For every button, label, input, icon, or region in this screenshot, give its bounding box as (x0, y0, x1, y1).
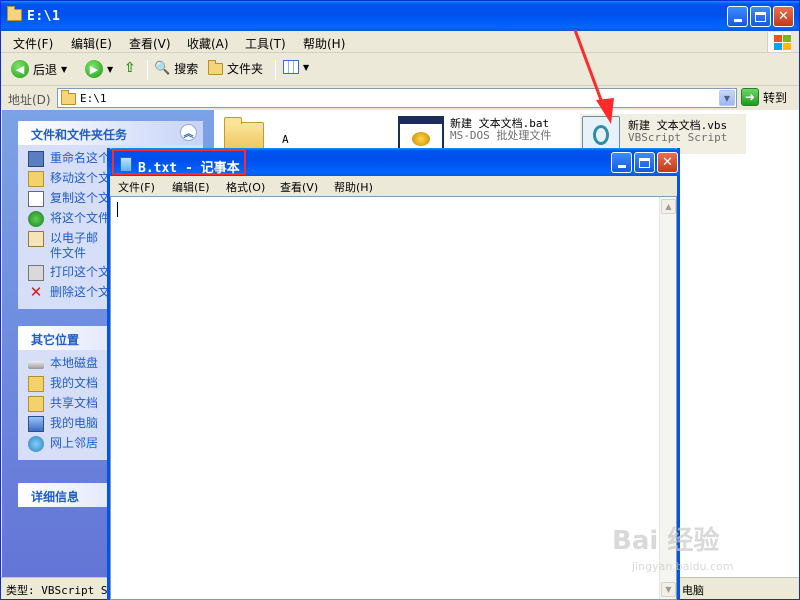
notepad-menu-file[interactable]: 文件(F) (118, 179, 155, 195)
watermark-url: jingyan.baidu.com (632, 560, 734, 573)
explorer-title: E:\1 (27, 9, 61, 24)
notepad-text-area[interactable]: ▲ ▼ (110, 196, 677, 600)
folder-icon (61, 90, 76, 105)
menu-file[interactable]: 文件(F) (13, 35, 53, 52)
drive-icon (28, 361, 44, 369)
file-type: MS-DOS 批处理文件 (450, 129, 552, 142)
notepad-menu-view[interactable]: 查看(V) (280, 179, 318, 195)
documents-icon (28, 376, 44, 392)
file-tasks-title: 文件和文件夹任务 (31, 128, 128, 142)
delete-icon: ✕ (29, 283, 43, 301)
search-icon: 🔍 (154, 61, 171, 76)
rename-icon (28, 151, 44, 167)
views-button[interactable]: ▼ (283, 60, 309, 74)
title-highlight-box: B.txt - 记事本 (112, 149, 246, 176)
notepad-title-bar[interactable]: B.txt - 记事本 ✕ (107, 148, 680, 176)
notepad-menu-edit[interactable]: 编辑(E) (172, 179, 210, 195)
windows-logo-icon (767, 32, 791, 52)
notepad-icon (120, 157, 132, 172)
publish-icon (28, 211, 44, 227)
menu-favorites[interactable]: 收藏(A) (187, 35, 229, 52)
chevron-down-icon[interactable]: ▼ (107, 65, 113, 74)
address-value: E:\1 (80, 92, 107, 105)
status-location: 电脑 (682, 584, 704, 597)
chevron-down-icon: ▼ (303, 62, 310, 72)
minimize-icon (617, 165, 626, 168)
folders-icon (208, 59, 223, 75)
explorer-title-bar[interactable]: E:\1 ✕ (1, 1, 799, 31)
address-bar: 地址(D) E:\1 ▼ ➜ 转到 (1, 87, 799, 109)
search-label: 搜索 (174, 62, 199, 76)
notepad-title: B.txt - 记事本 (138, 161, 240, 176)
scroll-up-icon[interactable]: ▲ (661, 199, 676, 214)
up-folder-icon: ⇧ (124, 60, 136, 76)
move-icon (28, 171, 44, 187)
toolbar-separator (147, 60, 148, 80)
notepad-menu-help[interactable]: 帮助(H) (334, 179, 373, 195)
email-icon (28, 231, 44, 247)
go-label: 转到 (763, 90, 788, 105)
notepad-window: B.txt - 记事本 ✕ 文件(F) 编辑(E) 格式(O) 查看(V) 帮助… (107, 148, 680, 600)
maximize-icon (755, 11, 766, 22)
go-arrow-icon: ➜ (741, 88, 759, 106)
up-button[interactable]: ⇧ (124, 60, 136, 76)
maximize-button[interactable] (750, 6, 771, 27)
forward-button[interactable]: ▶ ▼ (85, 60, 113, 78)
menu-view[interactable]: 查看(V) (129, 35, 171, 52)
notepad-close-button[interactable]: ✕ (657, 152, 678, 173)
minimize-icon (733, 19, 742, 22)
text-cursor (117, 202, 118, 217)
back-button[interactable]: ◀ 后退 ▼ (11, 60, 67, 78)
status-text: 类型: VBScript Sc (6, 584, 115, 597)
explorer-toolbar: ◀ 后退 ▼ ▶ ▼ ⇧ 🔍 搜索 文件夹 ▼ (1, 54, 799, 86)
toolbar-separator (275, 60, 276, 80)
folders-label: 文件夹 (227, 62, 264, 76)
copy-icon (28, 191, 44, 207)
notepad-menubar: 文件(F) 编辑(E) 格式(O) 查看(V) 帮助(H) (110, 176, 677, 196)
address-input[interactable]: E:\1 ▼ (57, 88, 737, 108)
menu-tools[interactable]: 工具(T) (245, 35, 286, 52)
print-icon (28, 265, 44, 281)
file-name: A (282, 133, 289, 146)
address-label: 地址(D) (8, 93, 51, 107)
menu-edit[interactable]: 编辑(E) (71, 35, 112, 52)
close-icon: ✕ (662, 155, 673, 170)
search-button[interactable]: 🔍 搜索 (154, 60, 198, 77)
back-arrow-icon: ◀ (11, 60, 29, 78)
forward-arrow-icon: ▶ (85, 60, 103, 78)
maximize-icon (639, 157, 650, 168)
address-dropdown-icon[interactable]: ▼ (719, 90, 735, 106)
views-icon (283, 60, 299, 74)
explorer-menubar: 文件(F) 编辑(E) 查看(V) 收藏(A) 工具(T) 帮助(H) (1, 31, 799, 53)
watermark-logo: Bai 经验 (612, 526, 720, 556)
notepad-maximize-button[interactable] (634, 152, 655, 173)
shared-folder-icon (28, 396, 44, 412)
vbscript-file-icon (582, 116, 620, 152)
computer-icon (28, 416, 44, 432)
minimize-button[interactable] (727, 6, 748, 27)
menu-help[interactable]: 帮助(H) (303, 35, 345, 52)
notepad-minimize-button[interactable] (611, 152, 632, 173)
network-icon (28, 436, 44, 452)
file-tasks-header[interactable]: 文件和文件夹任务 ︽ (18, 121, 203, 145)
other-places-title: 其它位置 (31, 333, 80, 347)
folder-icon (7, 6, 22, 21)
scroll-down-icon[interactable]: ▼ (661, 582, 676, 597)
close-button[interactable]: ✕ (773, 6, 794, 27)
back-label: 后退 (33, 62, 58, 77)
notepad-menu-format[interactable]: 格式(O) (226, 179, 265, 195)
folders-button[interactable]: 文件夹 (208, 59, 264, 77)
details-title: 详细信息 (31, 490, 80, 504)
close-icon: ✕ (778, 9, 789, 24)
collapse-icon[interactable]: ︽ (180, 124, 197, 141)
chevron-down-icon[interactable]: ▼ (61, 65, 67, 74)
go-button[interactable]: ➜ 转到 (741, 88, 787, 106)
